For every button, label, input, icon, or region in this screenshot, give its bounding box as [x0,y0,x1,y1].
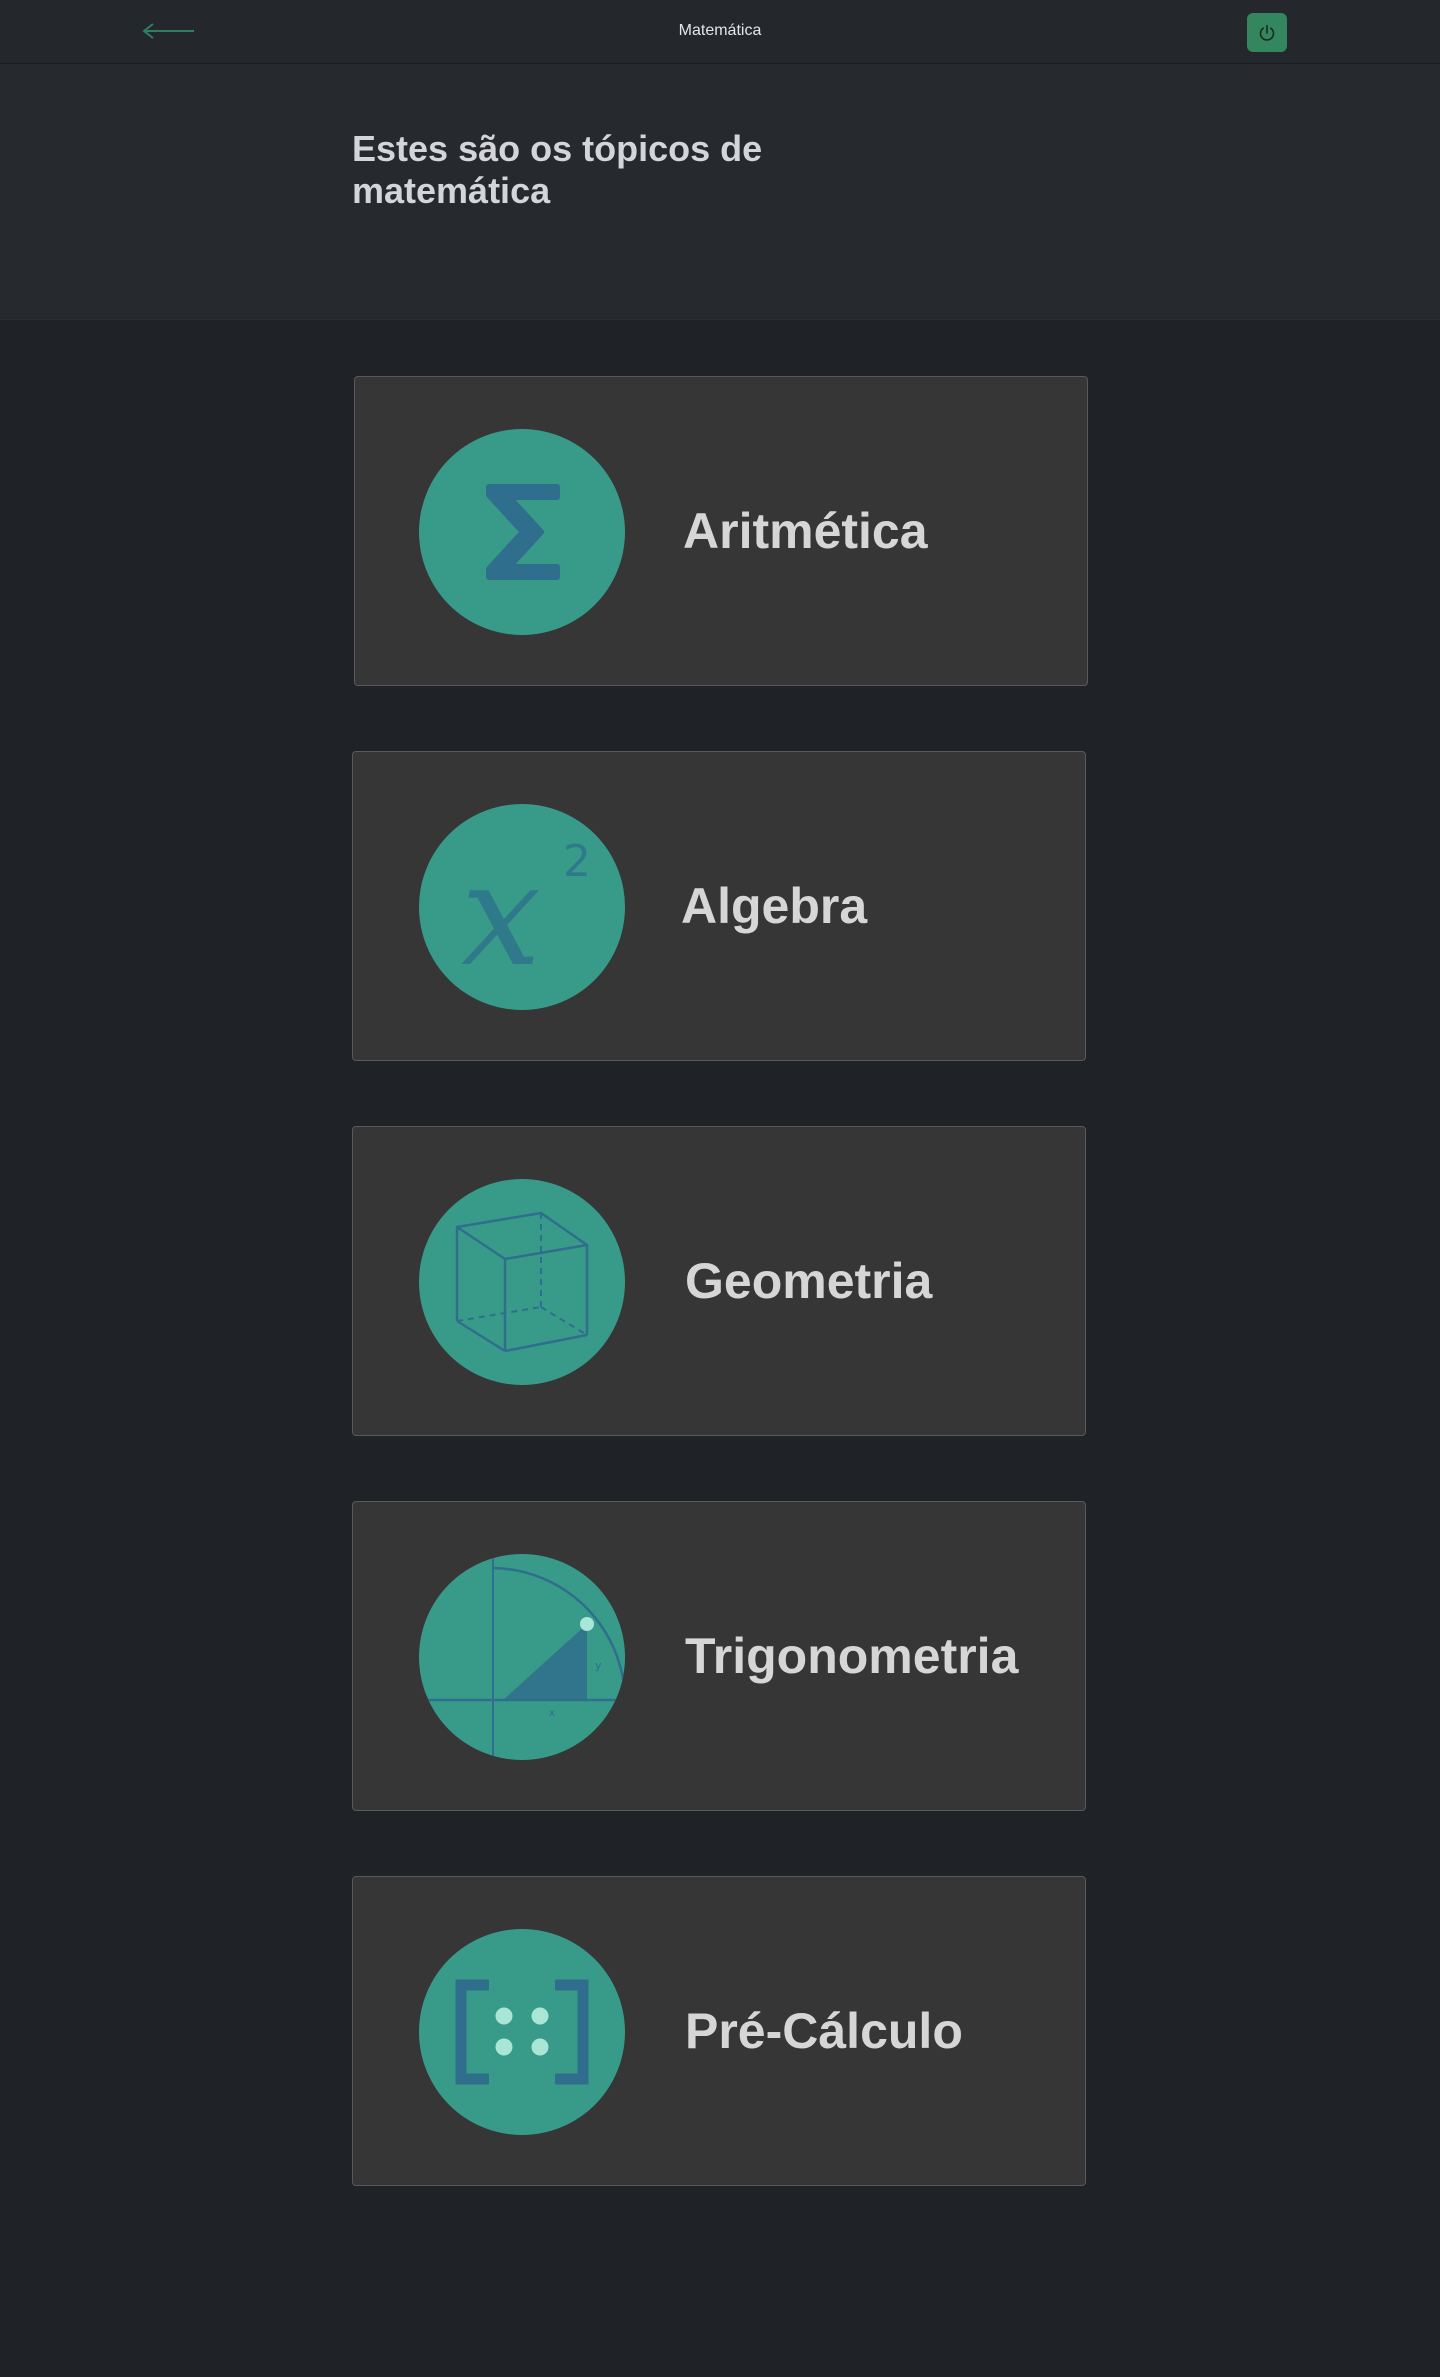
svg-text:x: x [549,1708,555,1719]
topic-label: Algebra [681,878,868,934]
topic-card-trigonometria[interactable]: y x Trigonometria [352,1501,1086,1811]
topic-card-geometria[interactable]: Geometria [352,1126,1086,1436]
top-bar: Matemática [0,0,1440,64]
page-title: Matemática [678,22,762,39]
topic-label: Trigonometria [685,1628,1019,1684]
topic-label: Pré-Cálculo [685,2003,963,2059]
svg-text:y: y [595,1659,602,1672]
sigma-icon [419,429,625,635]
hero-banner: Estes são os tópicos de matemática [0,64,1440,320]
topic-label: Aritmética [683,503,928,559]
svg-text:x: x [461,833,541,998]
power-button[interactable] [1247,13,1287,52]
topic-card-aritmetica[interactable]: Aritmética [354,376,1088,686]
power-icon [1259,24,1275,41]
cube-icon [419,1179,625,1385]
unit-circle-icon: y x [419,1554,625,1760]
matrix-icon [419,1929,625,2135]
svg-text:2: 2 [563,836,591,887]
topic-card-algebra[interactable]: x 2 Algebra [352,751,1086,1061]
topic-label: Geometria [685,1253,933,1309]
topic-card-pre-calculo[interactable]: Pré-Cálculo [352,1876,1086,2186]
x-squared-icon: x 2 [419,804,625,1010]
hero-title: Estes são os tópicos de matemática [352,128,763,211]
